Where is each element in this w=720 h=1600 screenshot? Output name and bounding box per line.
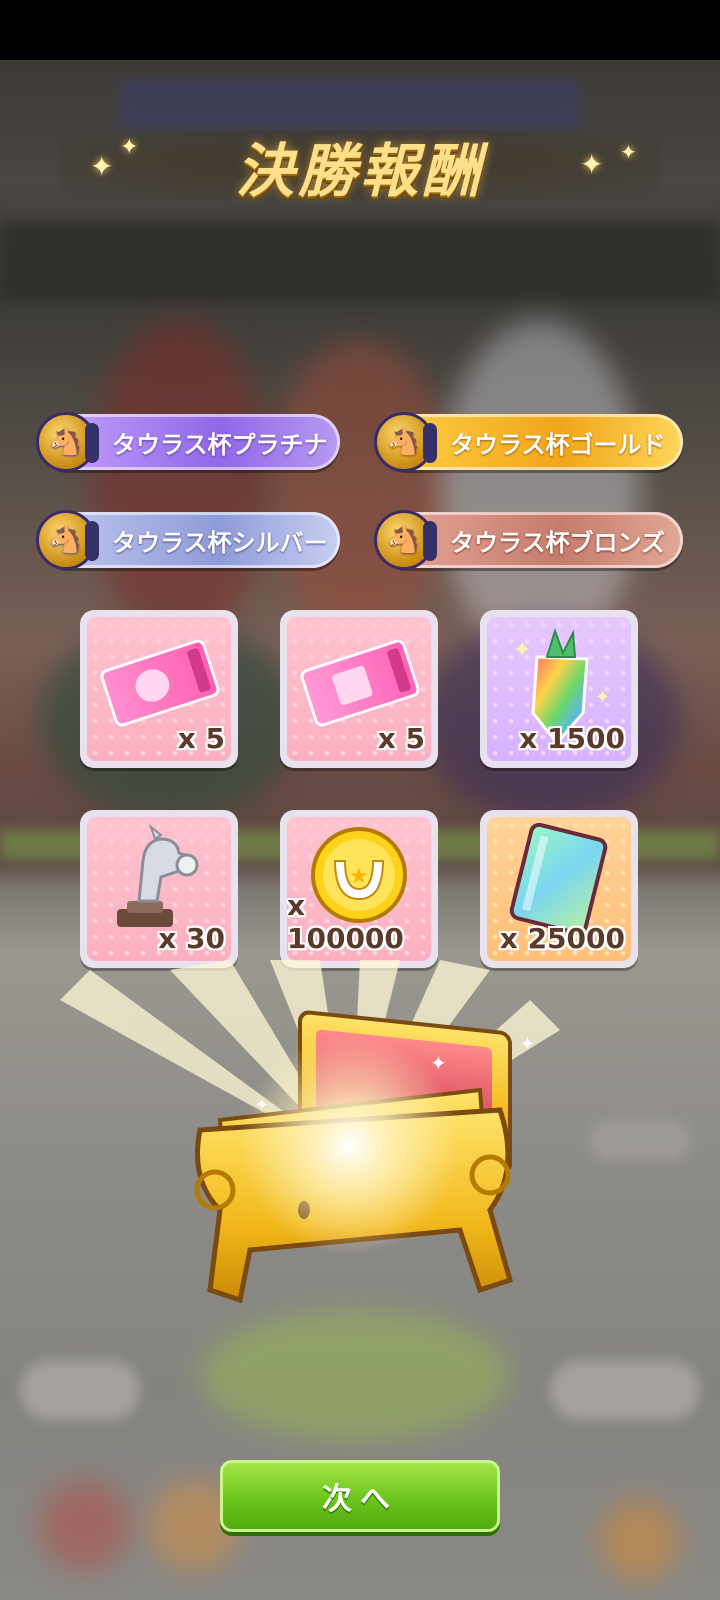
horse-emblem-icon: 🐴: [374, 510, 437, 570]
sparkle-icon: ✦: [580, 148, 604, 181]
badge-bronze: 🐴 タウラス杯ブロンズ: [374, 510, 683, 570]
reward-quantity: x 25000: [499, 922, 625, 955]
background-banner: [120, 80, 580, 130]
svg-text:✦: ✦: [513, 638, 531, 663]
horse-emblem-icon: 🐴: [36, 510, 99, 570]
sparkle-icon: ✦: [90, 150, 114, 183]
reward-item[interactable]: x 5: [280, 610, 438, 768]
sparkle-icon: ✦: [120, 135, 139, 160]
badge-label: タウラス杯シルバー: [112, 528, 328, 557]
badge-label: タウラス杯プラチナ: [112, 430, 328, 459]
badge-label: タウラス杯ゴールド: [450, 430, 666, 459]
horse-emblem-icon: 🐴: [374, 412, 437, 472]
reward-quantity: x 1500: [519, 722, 625, 755]
reward-item[interactable]: ✦ ✦ x 1500: [480, 610, 638, 768]
pink-photo-ticket-icon: [298, 637, 422, 729]
background-character: [90, 320, 270, 640]
badge-platinum: 🐴 タウラス杯プラチナ: [36, 412, 340, 472]
reward-item[interactable]: x 30: [80, 810, 238, 968]
reward-item[interactable]: x 5: [80, 610, 238, 768]
reward-item[interactable]: ★ x 100000: [280, 810, 438, 968]
svg-text:★: ★: [349, 864, 369, 889]
sparkle-icon: ✦: [620, 140, 637, 164]
svg-text:✦: ✦: [520, 1034, 535, 1055]
reward-quantity: x 5: [377, 722, 425, 755]
badge-gold: 🐴 タウラス杯ゴールド: [374, 412, 683, 472]
background-icon: [600, 1500, 680, 1580]
svg-text:✦: ✦: [255, 1095, 268, 1114]
svg-text:✦: ✦: [430, 1051, 447, 1075]
badge-label: タウラス杯ブロンズ: [450, 528, 666, 557]
horse-emblem-icon: 🐴: [36, 412, 99, 472]
badge-silver: 🐴 タウラス杯シルバー: [36, 510, 340, 570]
svg-text:✦: ✦: [595, 687, 610, 708]
reward-quantity: x 5: [177, 722, 225, 755]
background-character: [270, 340, 450, 640]
next-button[interactable]: 次へ: [220, 1460, 500, 1532]
pink-ticket-icon: [98, 637, 222, 729]
background-character: [440, 320, 640, 660]
treasure-chest-icon: ✦ ✦ ✦: [60, 960, 560, 1304]
background-shelf: [0, 220, 720, 300]
background-icon: [40, 1480, 130, 1570]
reward-quantity: x 100000: [287, 889, 404, 955]
reward-quantity: x 30: [158, 922, 225, 955]
status-bar: [0, 0, 720, 60]
reward-item[interactable]: x 25000: [480, 810, 638, 968]
